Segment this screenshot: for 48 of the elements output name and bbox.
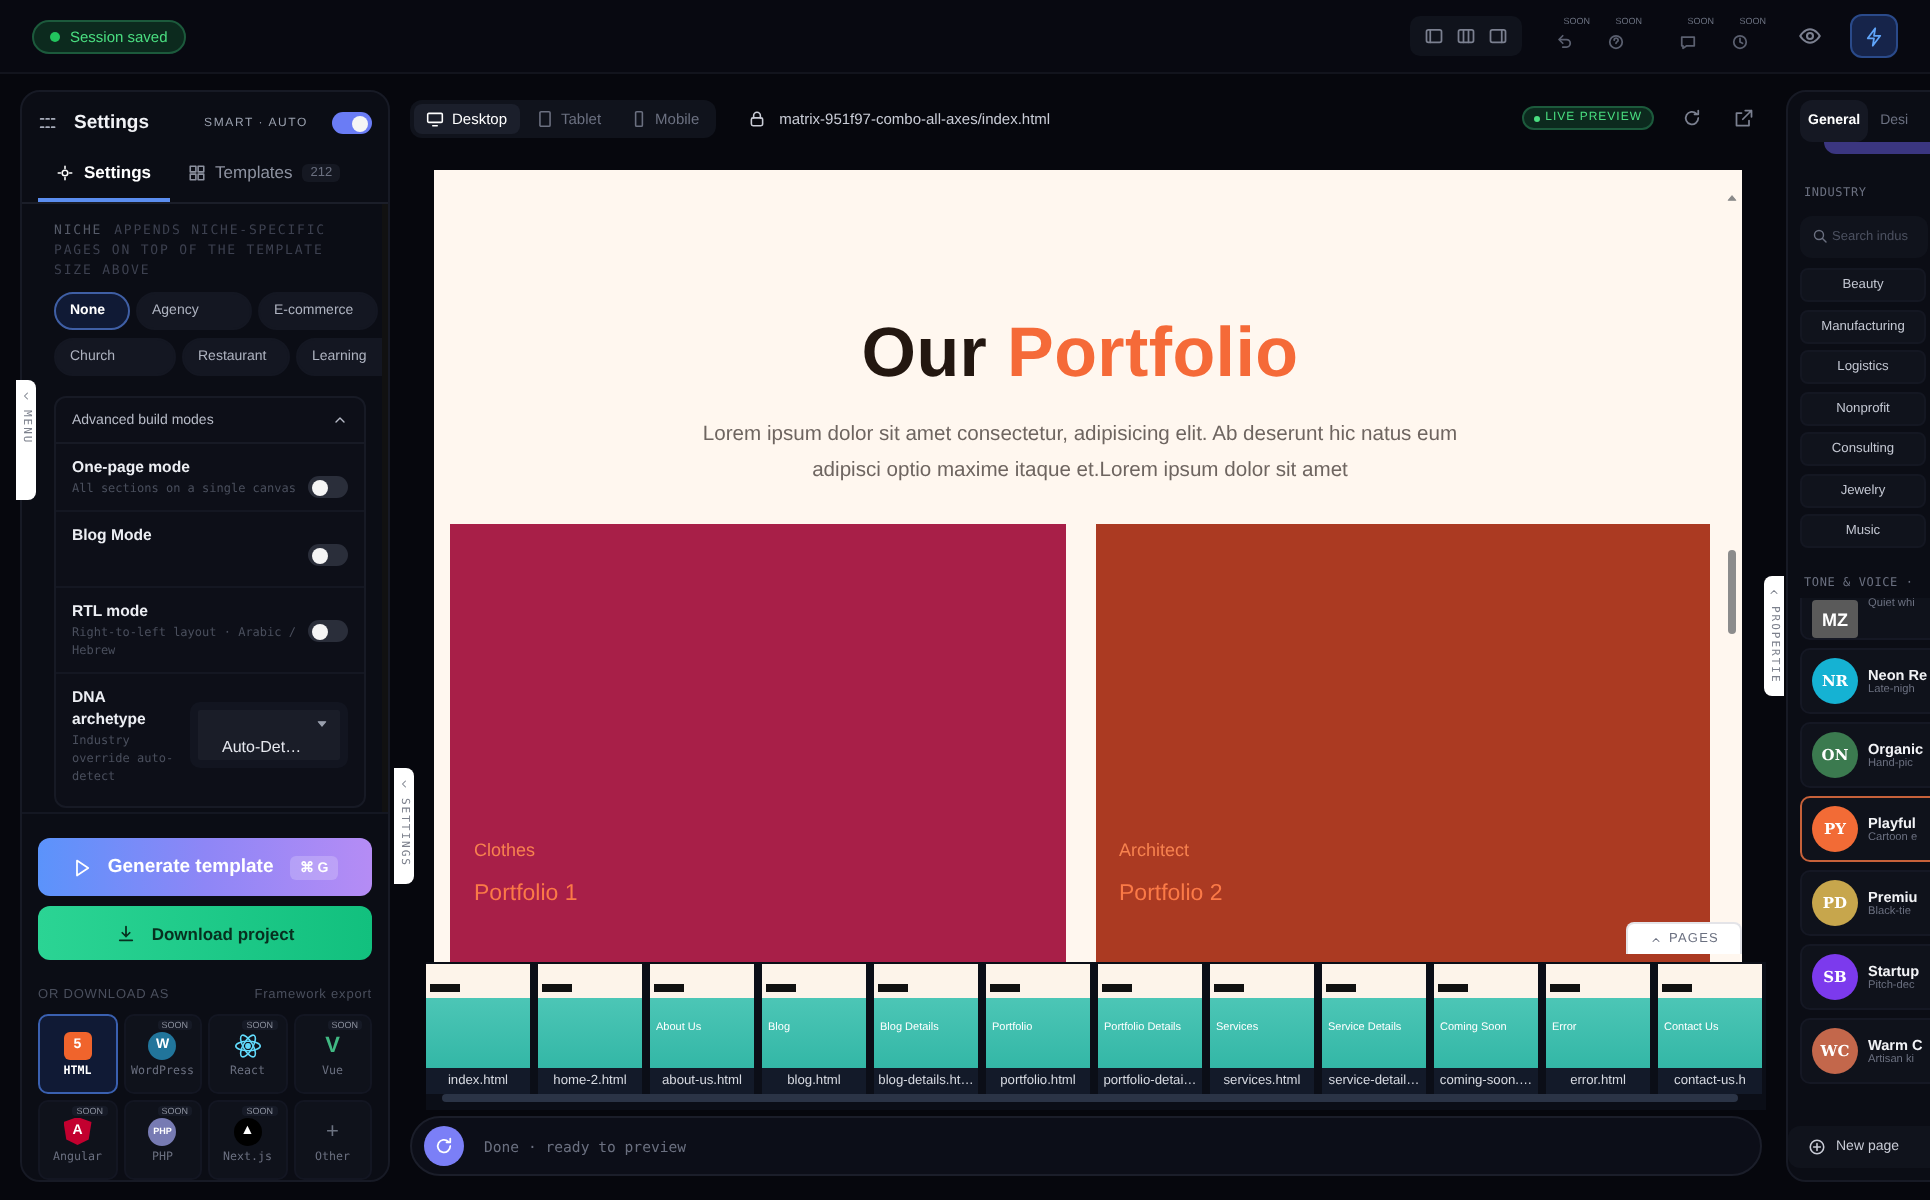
refresh-icon [434,1136,454,1156]
chevron-up-icon [332,412,348,428]
refresh-button[interactable] [424,1126,464,1166]
plus-circle-icon [1808,1138,1826,1156]
card-title: Portfolio 2 [1119,882,1223,906]
reload-icon [1682,108,1702,128]
scroll-up-icon [1726,192,1738,204]
card-category: Architect [1119,840,1190,860]
external-link-icon [1734,108,1754,128]
grid-icon [187,163,206,181]
download-project-button[interactable]: Download project [38,906,372,960]
mode-toggle[interactable] [308,620,348,642]
chevron-up-icon [1649,933,1662,945]
archetype-select[interactable]: Auto-Det… [190,702,348,768]
eye-icon [1798,24,1822,48]
panel-tab[interactable]: Settings [38,146,170,202]
chevron-icon [398,778,410,790]
download-icon [115,923,136,943]
card-title: Portfolio 1 [474,882,578,906]
lock-icon [747,109,766,127]
bolt-button[interactable] [1850,14,1898,58]
card-category: Clothes [474,840,536,860]
mode-toggle[interactable] [308,476,348,498]
open-external-button[interactable] [1734,108,1754,128]
bolt-icon [1864,25,1884,47]
play-icon [71,857,92,877]
preview-eye-icon[interactable] [1798,24,1822,48]
voice-avatar: MZ [1812,600,1858,638]
phone-icon [629,109,648,127]
mode-toggle[interactable] [308,544,348,566]
format-logo-icon: V [318,1031,347,1059]
history-icon [1730,32,1750,52]
chevron-icon [20,390,32,402]
section-intro: Lorem ipsum dolor sit amet consectetur, adipisicing elit. Ab deserunt hic natus eum adipisci optio maxime itaque et.Lorem ipsum dolor sit amet [700,422,1460,485]
chat-icon [1678,32,1698,52]
help-icon [1606,32,1626,52]
format-logo-icon: + [318,1117,347,1145]
tablet-icon [535,109,554,127]
search-icon [1812,227,1828,243]
smart-auto-toggle[interactable] [332,112,372,134]
undo-icon [1554,32,1574,52]
caret-icon [316,718,328,730]
section-heading: Our Portfolio [861,314,1299,394]
panel-title: Settings [74,112,149,134]
reload-button[interactable] [1682,108,1702,128]
monitor-icon [426,109,444,127]
scrollbar-thumb[interactable] [1728,550,1736,634]
chevron-icon [1768,586,1780,598]
